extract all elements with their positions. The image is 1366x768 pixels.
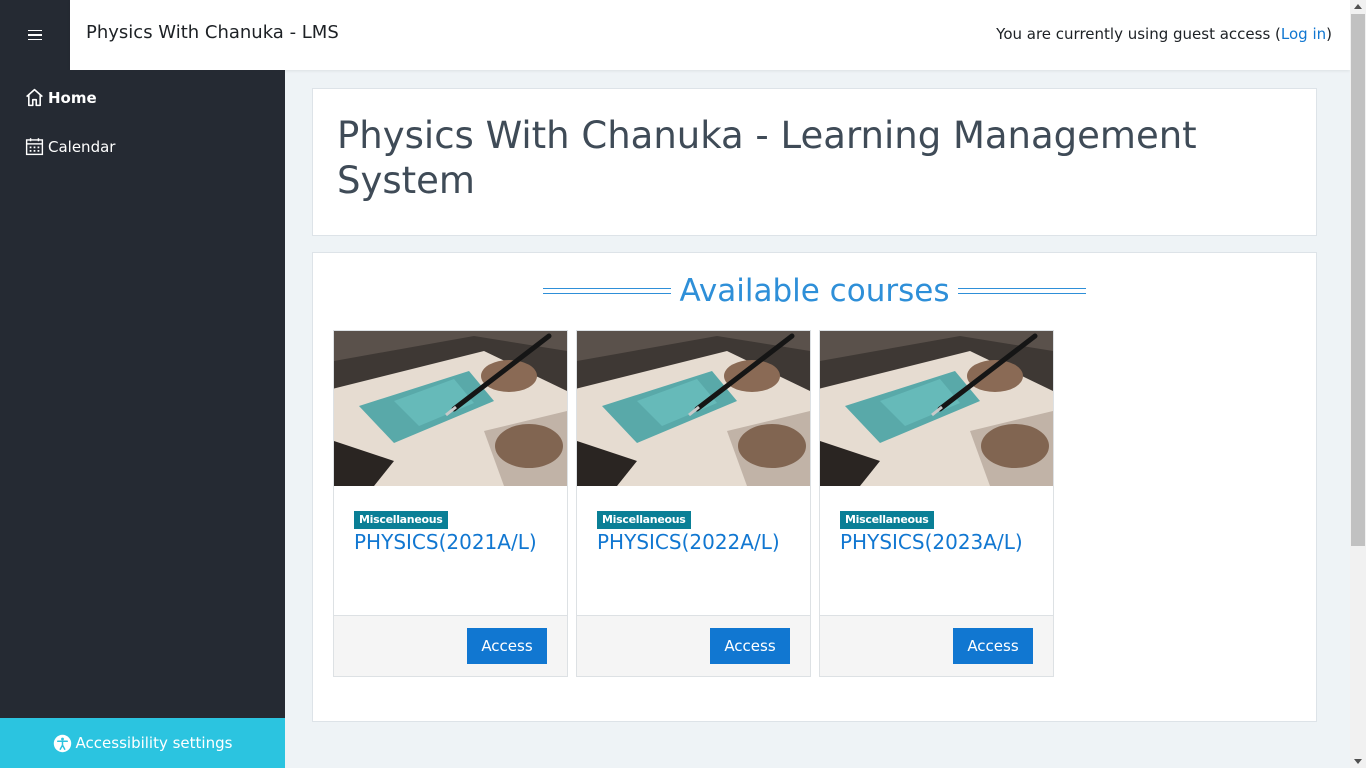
scroll-up-arrow-icon[interactable]: [1354, 4, 1362, 9]
section-heading: Available courses: [313, 273, 1316, 309]
heading-divider-left: [542, 288, 671, 294]
section-heading-text: Available courses: [679, 273, 950, 309]
accessibility-settings-label: Accessibility settings: [75, 734, 233, 752]
category-badge: Miscellaneous: [597, 511, 691, 529]
scroll-down-arrow-icon[interactable]: [1354, 759, 1362, 764]
menu-toggle-button[interactable]: [0, 0, 70, 70]
login-link[interactable]: Log in: [1281, 25, 1326, 43]
course-footer: Access: [820, 615, 1053, 676]
course-image[interactable]: [577, 331, 810, 486]
sidebar-item-home[interactable]: Home: [24, 87, 97, 108]
guest-access-text: You are currently using guest access (: [996, 25, 1281, 43]
course-image[interactable]: [334, 331, 567, 486]
course-name-link[interactable]: PHYSICS(2021A/L): [354, 529, 554, 556]
scrollbar-thumb[interactable]: [1351, 14, 1365, 546]
home-icon: [26, 88, 43, 107]
available-courses-section: Available courses Miscellaneous PHYSICS(…: [312, 252, 1317, 722]
course-card: Miscellaneous PHYSICS(2021A/L) Access: [333, 330, 568, 677]
course-footer: Access: [334, 615, 567, 676]
course-footer: Access: [577, 615, 810, 676]
page-title: Physics With Chanuka - Learning Manageme…: [337, 114, 1197, 202]
site-name[interactable]: Physics With Chanuka - LMS: [86, 22, 339, 43]
course-card: Miscellaneous PHYSICS(2023A/L) Access: [819, 330, 1054, 677]
access-button[interactable]: Access: [953, 628, 1033, 664]
accessibility-icon: [53, 734, 71, 752]
accessibility-settings-button[interactable]: Accessibility settings: [0, 718, 285, 768]
sidebar-item-label: Home: [48, 88, 97, 107]
sidebar: Home Calendar Accessibility settings: [0, 70, 285, 768]
course-name-link[interactable]: PHYSICS(2023A/L): [840, 529, 1040, 556]
guest-access-notice: You are currently using guest access (Lo…: [996, 25, 1332, 43]
page-scrollbar[interactable]: [1350, 0, 1366, 768]
sidebar-item-calendar[interactable]: Calendar: [24, 136, 115, 157]
category-badge: Miscellaneous: [354, 511, 448, 529]
access-button[interactable]: Access: [710, 628, 790, 664]
course-name-link[interactable]: PHYSICS(2022A/L): [597, 529, 797, 556]
course-card: Miscellaneous PHYSICS(2022A/L) Access: [576, 330, 811, 677]
access-button[interactable]: Access: [467, 628, 547, 664]
heading-divider-right: [958, 288, 1087, 294]
course-image[interactable]: [820, 331, 1053, 486]
hamburger-icon: [28, 29, 42, 41]
top-navbar: Physics With Chanuka - LMS You are curre…: [70, 0, 1350, 70]
page-header-card: Physics With Chanuka - Learning Manageme…: [312, 88, 1317, 236]
category-badge: Miscellaneous: [840, 511, 934, 529]
calendar-icon: [25, 138, 44, 156]
sidebar-item-label: Calendar: [48, 137, 116, 156]
guest-access-close: ): [1326, 25, 1332, 43]
